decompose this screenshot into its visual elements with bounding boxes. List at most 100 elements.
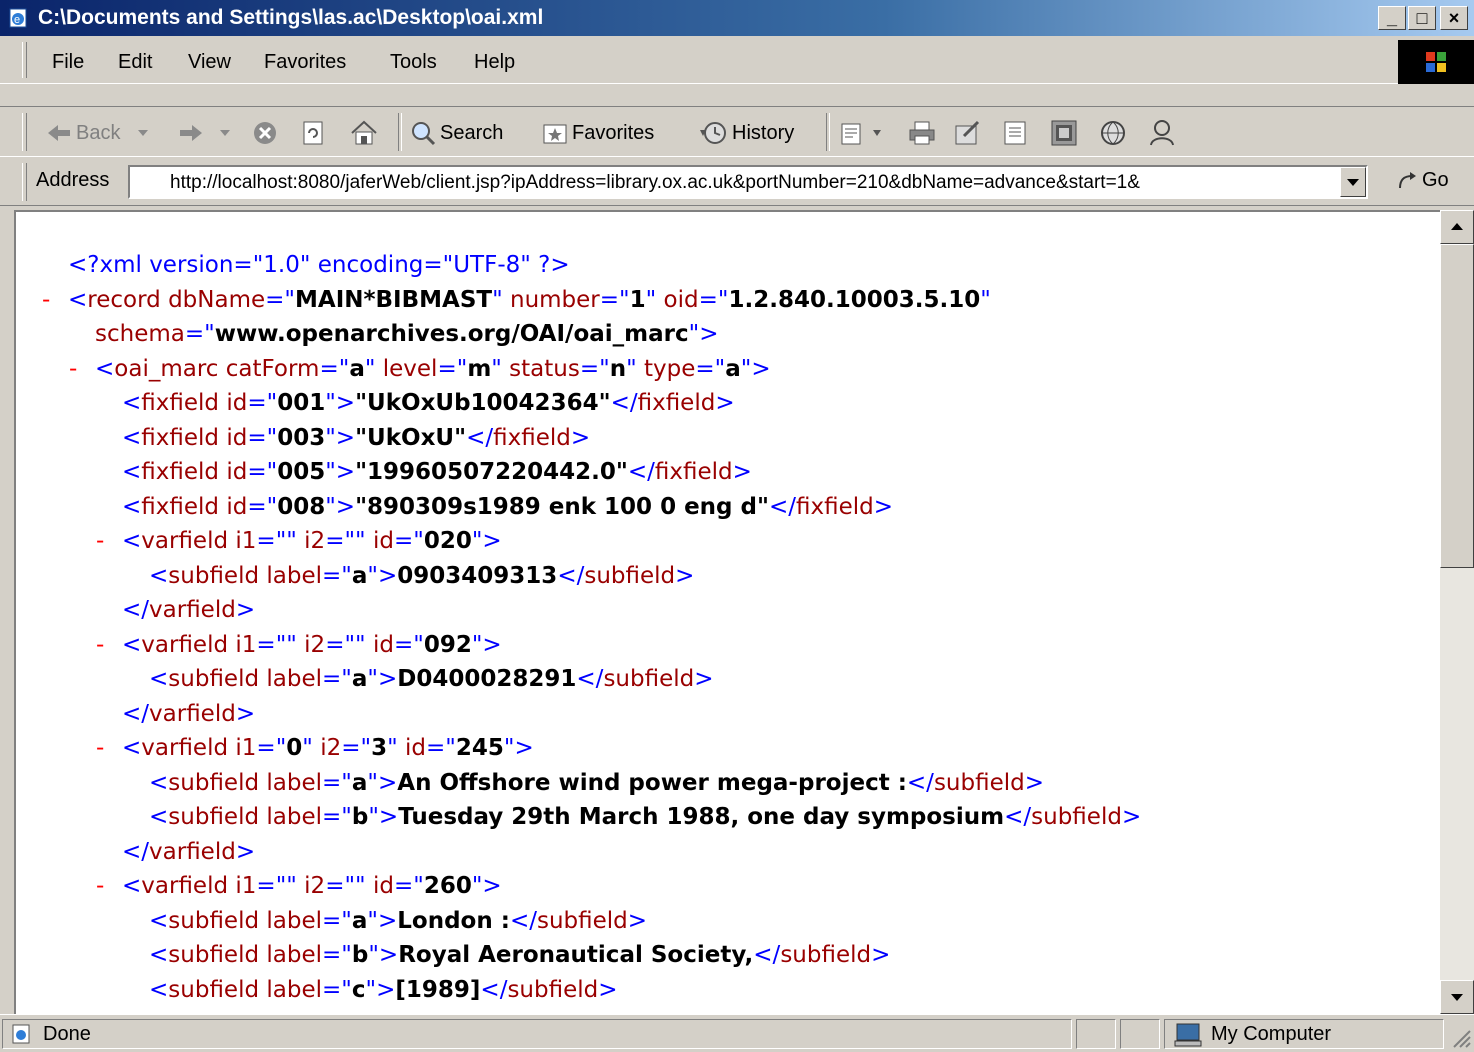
vertical-scrollbar[interactable] [1440, 210, 1474, 1014]
xml-token: m [467, 355, 492, 382]
history-icon [700, 122, 726, 144]
address-url-text[interactable]: http://localhost:8080/jaferWeb/client.js… [170, 172, 1330, 194]
back-button[interactable]: Back [46, 119, 150, 147]
scroll-thumb[interactable] [1440, 244, 1474, 568]
xml-token: "> [325, 493, 356, 520]
resize-grip-icon[interactable] [1450, 1027, 1472, 1049]
xml-token: "> [325, 390, 356, 416]
xml-line: <subfield label="b">Royal Aeronautical S… [149, 938, 890, 972]
xml-line: <?xml version="1.0" encoding="UTF-8" ?> [68, 248, 570, 282]
xml-token: "> [367, 769, 398, 796]
history-button[interactable]: History [698, 119, 794, 147]
menu-edit[interactable]: Edit [118, 50, 152, 74]
collapse-toggle[interactable]: - [96, 869, 104, 903]
related-button[interactable] [1100, 119, 1126, 147]
messenger-button[interactable] [1050, 119, 1078, 147]
address-label: Address [36, 169, 110, 191]
print-button[interactable] [908, 119, 936, 147]
menu-tools[interactable]: Tools [390, 50, 437, 74]
xml-token: =" [265, 286, 295, 313]
minimize-button[interactable]: _ [1378, 6, 1406, 30]
collapse-toggle[interactable]: - [96, 628, 104, 662]
xml-token: id [219, 424, 248, 451]
xml-token: ="" [325, 873, 366, 899]
xml-token: < [149, 562, 169, 589]
address-input[interactable]: http://localhost:8080/jaferWeb/client.js… [128, 165, 1368, 199]
xml-token: "> [688, 321, 719, 347]
security-zone-panel: My Computer [1164, 1019, 1444, 1049]
favorites-button[interactable]: Favorites [542, 119, 654, 147]
menu-bar: File Edit View Favorites Tools Help [0, 36, 1474, 84]
status-text: Done [43, 1023, 91, 1045]
xml-line: schema="www.openarchives.org/OAI/oai_mar… [95, 317, 718, 351]
scroll-down-arrow-icon [1451, 994, 1463, 1001]
address-dropdown-button[interactable] [1340, 167, 1366, 197]
xml-token: < [95, 355, 115, 382]
xml-token: > [627, 907, 648, 934]
xml-line: </varfield> [122, 835, 255, 869]
menu-file[interactable]: File [52, 50, 84, 74]
menu-view[interactable]: View [188, 50, 231, 74]
xml-token: =" [393, 873, 424, 899]
mail-button[interactable] [840, 119, 882, 147]
xml-token: </ [122, 700, 150, 727]
xml-token: " [364, 355, 376, 382]
stop-button[interactable] [252, 119, 278, 147]
toolbar-separator [398, 113, 402, 151]
xml-token: =" [426, 735, 456, 761]
xml-token: id [365, 528, 394, 554]
collapse-toggle[interactable]: - [69, 352, 77, 386]
forward-button[interactable] [178, 119, 232, 147]
user-button[interactable] [1148, 119, 1176, 147]
xml-token: 003 [277, 424, 326, 451]
xml-token: "> [367, 666, 398, 692]
xml-token: </ [557, 562, 585, 589]
xml-token: =" [247, 493, 278, 520]
collapse-toggle[interactable]: - [42, 283, 50, 317]
document-view[interactable]: <?xml version="1.0" encoding="UTF-8" ?> -… [14, 210, 1440, 1014]
forward-dropdown-icon[interactable] [218, 128, 232, 138]
xml-token: </ [768, 493, 797, 520]
xml-token: =" [184, 321, 215, 347]
xml-token: ="" [325, 528, 366, 554]
refresh-button[interactable] [300, 119, 326, 147]
xml-token: varfield [141, 735, 229, 761]
menu-favorites[interactable]: Favorites [264, 50, 346, 74]
xml-token: =" [599, 286, 630, 313]
xml-token: " [626, 355, 637, 382]
mail-dropdown-icon[interactable] [872, 128, 882, 138]
menubar-grip[interactable] [22, 42, 27, 78]
addressbar-grip[interactable] [22, 163, 27, 201]
scroll-up-arrow-icon [1451, 223, 1463, 230]
collapse-toggle[interactable]: - [96, 731, 104, 765]
xml-token: =" [322, 769, 352, 796]
close-button[interactable]: × [1440, 6, 1468, 30]
xml-token: subfield [168, 907, 260, 934]
favorites-icon [543, 124, 567, 144]
edit-button[interactable] [954, 119, 982, 147]
xml-token: c [351, 976, 366, 1003]
xml-token: Royal Aeronautical Society, [398, 942, 754, 968]
home-button[interactable] [350, 119, 378, 147]
toolbar-grip[interactable] [22, 113, 27, 151]
home-icon [351, 120, 377, 145]
xml-token: fixfield [796, 493, 874, 520]
xml-token: =" [322, 942, 352, 968]
xml-token: a [351, 562, 368, 589]
xml-line: <subfield label="a">0903409313</subfield… [149, 559, 694, 593]
back-dropdown-icon[interactable] [136, 128, 150, 138]
xml-token: label [259, 562, 323, 589]
back-label: Back [76, 121, 121, 144]
menu-help[interactable]: Help [474, 50, 515, 74]
scroll-up-button[interactable] [1440, 210, 1474, 244]
xml-token: fixfield [141, 459, 220, 485]
xml-token: < [149, 907, 169, 934]
maximize-button[interactable]: □ [1408, 6, 1436, 30]
go-button[interactable]: Go [1396, 169, 1449, 192]
xml-token: i1 [228, 528, 257, 554]
search-button[interactable]: Search [410, 119, 503, 147]
collapse-toggle[interactable]: - [96, 524, 104, 558]
xml-token: =" [437, 355, 468, 382]
scroll-down-button[interactable] [1440, 980, 1474, 1014]
discuss-button[interactable] [1002, 119, 1028, 147]
